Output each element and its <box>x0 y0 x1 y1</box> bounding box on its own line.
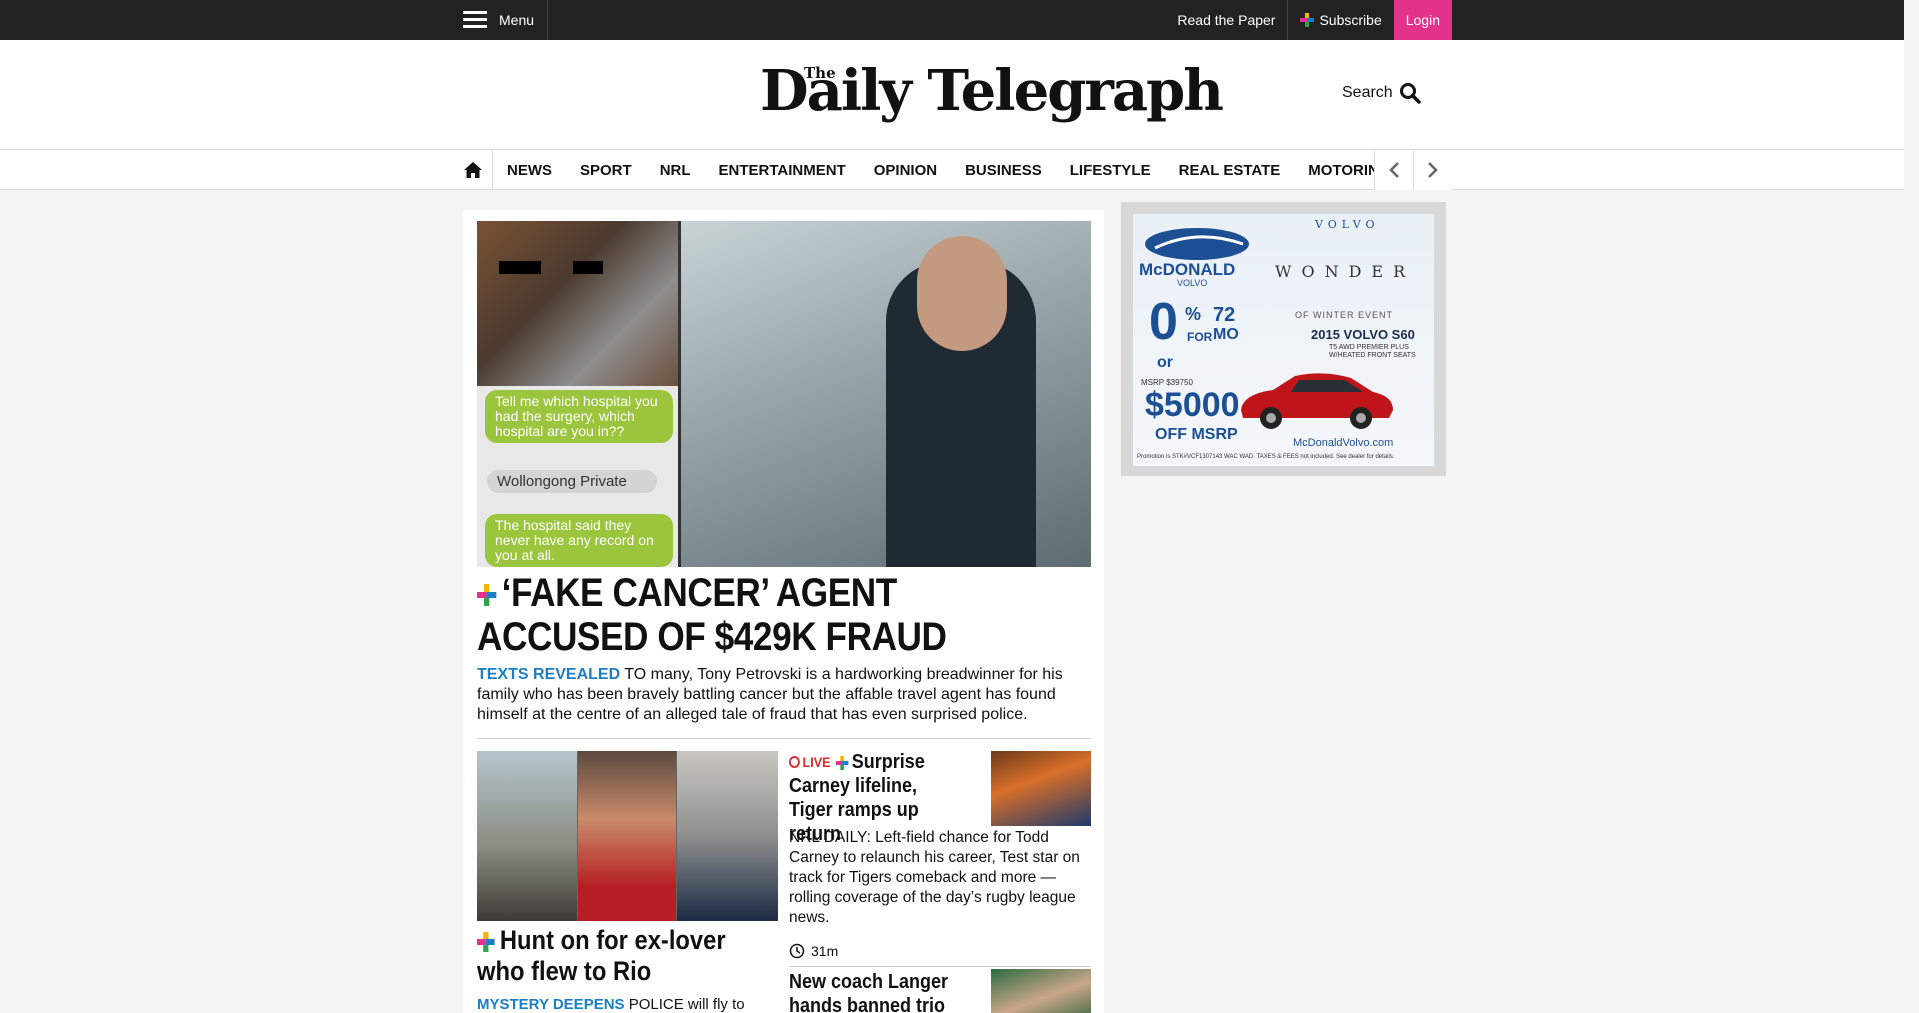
nav-items: NEWS SPORT NRL ENTERTAINMENT OPINION BUSINESS… <box>493 150 1403 190</box>
story2-image-panel <box>578 751 676 921</box>
nav-item-sport[interactable]: SPORT <box>566 162 646 179</box>
story3-timestamp: 31m <box>789 943 838 959</box>
story2-kicker[interactable]: MYSTERY DEEPENS <box>477 996 625 1013</box>
plus-icon <box>1300 13 1315 27</box>
subscribe-label: Subscribe <box>1319 12 1382 28</box>
search-button[interactable]: Search <box>1342 82 1421 104</box>
ad-fineprint: Promotion is STK#VCF1307143 WAC WAD. TAX… <box>1137 454 1395 460</box>
chevron-left-icon <box>1389 162 1399 178</box>
hero-party-photo <box>477 221 678 386</box>
story2-image-panel <box>477 751 577 921</box>
hero-kicker[interactable]: TEXTS REVEALED <box>477 666 620 683</box>
ad-wonder: WONDER <box>1275 262 1416 281</box>
home-icon <box>464 162 482 178</box>
home-button[interactable] <box>463 150 493 190</box>
hero-summary: TEXTS REVEALED TO many, Tony Petrovski i… <box>477 665 1089 725</box>
top-bar-inner: Menu Read the Paper Subscribe Login <box>463 0 1452 40</box>
chat-bubble: Tell me which hospital you had the surge… <box>485 390 673 443</box>
story3-time: 31m <box>811 943 839 959</box>
chevron-right-icon <box>1428 162 1438 178</box>
nav-item-business[interactable]: BUSINESS <box>951 162 1056 179</box>
ad-event: OF WINTER EVENT <box>1295 310 1393 320</box>
search-label: Search <box>1342 84 1393 101</box>
plus-icon <box>477 931 495 952</box>
ad-volvo: VOLVO <box>1315 218 1380 231</box>
ad-or: or <box>1157 354 1173 371</box>
nav-item-entertainment[interactable]: ENTERTAINMENT <box>705 162 860 179</box>
nav-next-button[interactable] <box>1413 150 1452 190</box>
hero-image-left: Tell me which hospital you had the surge… <box>477 221 678 567</box>
masthead: Daily Telegraph The Search <box>0 40 1904 150</box>
story2-headline[interactable]: Hunt on for ex-lover who flew to Rio <box>477 925 741 987</box>
hamburger-icon <box>463 11 487 29</box>
ad-model: 2015 VOLVO S60 <box>1311 327 1415 342</box>
chat-bubble: The hospital said they never have any re… <box>485 514 673 567</box>
site-logo-the: The <box>804 64 836 82</box>
read-the-paper-link[interactable]: Read the Paper <box>1165 0 1287 40</box>
hero-headline-text: ‘FAKE CANCER’ AGENT ACCUSED OF $429K FRA… <box>477 571 947 659</box>
main-nav: NEWS SPORT NRL ENTERTAINMENT OPINION BUSINESS… <box>0 150 1904 190</box>
nav-item-opinion[interactable]: OPINION <box>860 162 951 179</box>
main-content: Tell me which hospital you had the surge… <box>463 210 1104 1013</box>
nav-prev-button[interactable] <box>1374 150 1413 190</box>
red-car-icon <box>1241 373 1393 429</box>
story4-headline[interactable]: New coach Langer hands banned trio <box>789 970 965 1013</box>
nav-item-nrl[interactable]: NRL <box>646 162 705 179</box>
ad-banner[interactable]: McDONALD VOLVO VOLVO WONDER OF WINTER EV… <box>1133 214 1434 466</box>
ad-rate: 72 <box>1213 304 1236 326</box>
main-nav-inner: NEWS SPORT NRL ENTERTAINMENT OPINION BUSINESS… <box>463 150 1452 190</box>
divider <box>789 966 1091 967</box>
story2-headline-text: Hunt on for ex-lover who flew to Rio <box>477 925 726 986</box>
top-bar: Menu Read the Paper Subscribe Login <box>0 0 1904 40</box>
ad-sub2: W/HEATED FRONT SEATS <box>1329 352 1416 359</box>
story3-thumbnail[interactable] <box>991 751 1091 826</box>
chat-bubble: Wollongong Private <box>487 470 657 493</box>
live-badge: LIVE <box>789 750 831 774</box>
ad-brand: McDONALD <box>1139 260 1236 279</box>
story3-summary: NRL DAILY: Left-field chance for Todd Ca… <box>789 829 1080 926</box>
advertisement: McDONALD VOLVO VOLVO WONDER OF WINTER EV… <box>1121 202 1446 476</box>
ad-for: FOR <box>1187 330 1213 344</box>
ad-zero: 0 <box>1149 293 1178 351</box>
nav-item-lifestyle[interactable]: LIFESTYLE <box>1056 162 1165 179</box>
story2-image-panel <box>677 751 778 921</box>
ad-sub1: T5 AWD PREMIER PLUS <box>1329 344 1409 351</box>
ad-off-msrp: OFF MSRP <box>1155 426 1238 443</box>
login-button[interactable]: Login <box>1393 0 1452 40</box>
hero-headline[interactable]: ‘FAKE CANCER’ AGENT ACCUSED OF $429K FRA… <box>477 571 1023 659</box>
story4-thumbnail[interactable] <box>991 969 1091 1013</box>
divider <box>477 738 1091 739</box>
hero-chat-screenshot: Tell me which hospital you had the surge… <box>477 386 678 567</box>
nav-arrows <box>1374 150 1452 190</box>
menu-button[interactable]: Menu <box>463 0 548 40</box>
ad-mo: MO <box>1213 326 1239 343</box>
subscribe-link[interactable]: Subscribe <box>1287 0 1393 40</box>
hero-man-head <box>917 236 1007 351</box>
censor-bar <box>573 261 603 274</box>
plus-icon <box>477 584 497 607</box>
ad-url: McDonaldVolvo.com <box>1293 437 1394 449</box>
top-right-links: Read the Paper Subscribe Login <box>1165 0 1452 40</box>
story2-image[interactable] <box>477 751 778 921</box>
search-icon <box>1399 83 1421 104</box>
censor-bar <box>499 261 541 274</box>
nav-item-news[interactable]: NEWS <box>493 162 566 179</box>
clock-icon <box>789 943 805 959</box>
nav-item-real-estate[interactable]: REAL ESTATE <box>1165 162 1295 179</box>
story2-summary: MYSTERY DEEPENS POLICE will fly to Perth <box>477 995 777 1013</box>
hero-image-right <box>681 221 1091 567</box>
menu-label: Menu <box>499 12 535 28</box>
ad-percent: % <box>1185 304 1202 324</box>
live-icon <box>789 756 800 768</box>
live-label: LIVE <box>802 754 831 770</box>
hero-image[interactable]: Tell me which hospital you had the surge… <box>477 221 1091 567</box>
ad-brand-sub: VOLVO <box>1177 278 1208 288</box>
ad-discount: $5000 <box>1145 386 1240 424</box>
plus-icon <box>835 755 849 770</box>
